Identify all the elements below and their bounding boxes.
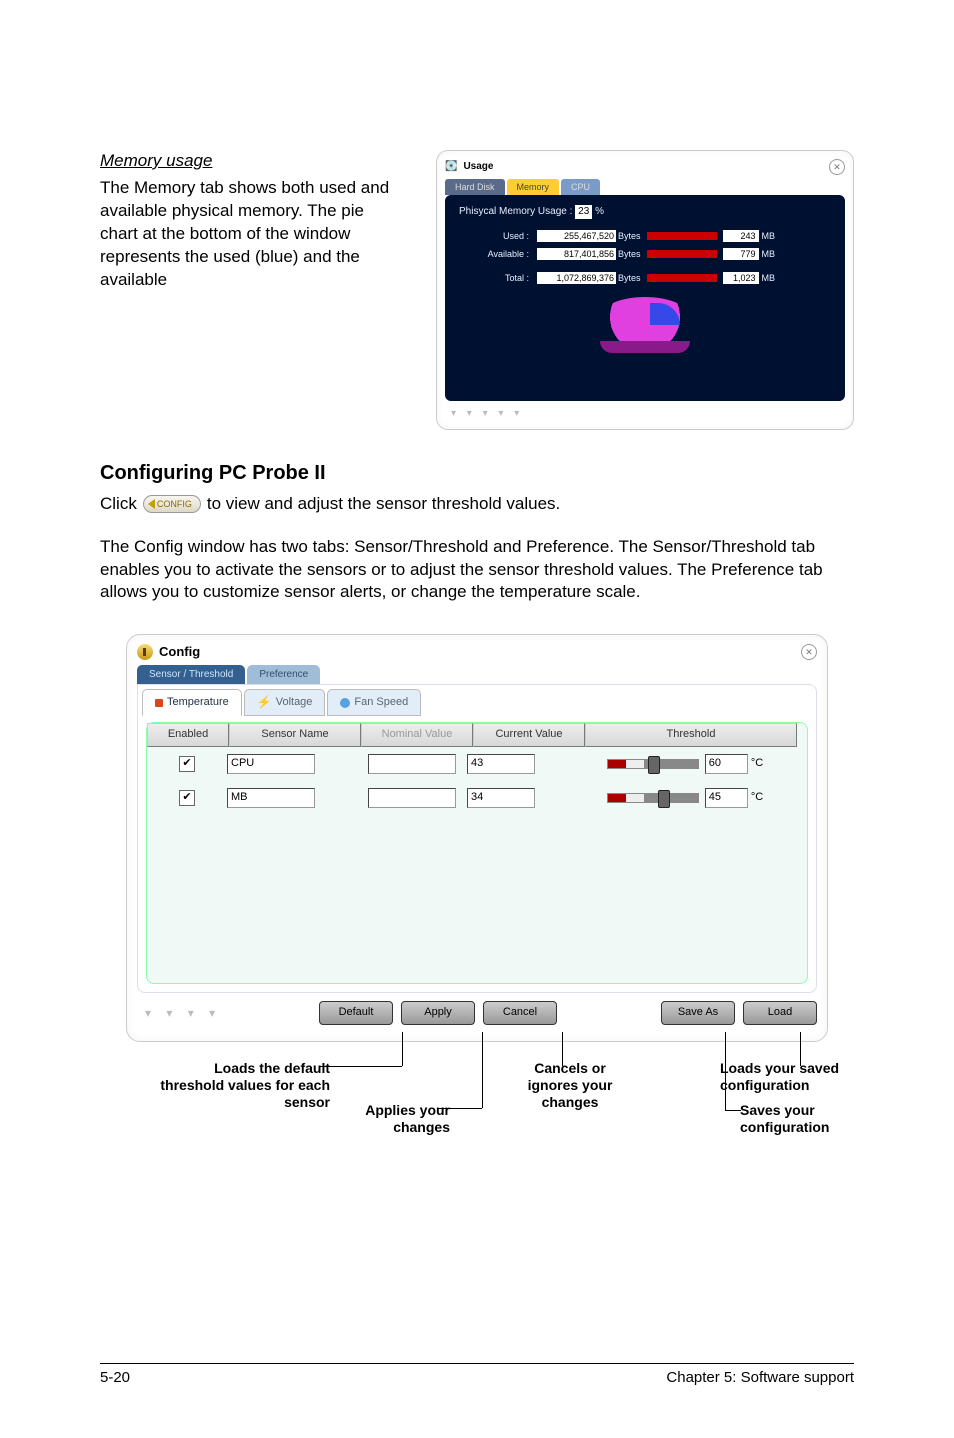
config-button-label: CONFIG [157, 498, 192, 510]
tab-memory[interactable]: Memory [507, 179, 560, 195]
col-sensor-name[interactable]: Sensor Name [229, 723, 361, 747]
used-bar [647, 232, 717, 240]
col-nominal: Nominal Value [361, 723, 473, 747]
memory-usage-body: The Memory tab shows both used and avail… [100, 177, 406, 292]
nominal-cpu [368, 754, 456, 774]
tab-temperature-label: Temperature [167, 695, 229, 710]
tab-cpu[interactable]: CPU [561, 179, 600, 195]
enable-checkbox-cpu[interactable]: ✔ [179, 756, 195, 772]
total-unit: Bytes [618, 272, 641, 284]
sensor-table: Enabled Sensor Name Nominal Value Curren… [146, 722, 808, 984]
used-label: Used : [459, 230, 529, 242]
mb-unit1: MB [762, 230, 776, 242]
enable-checkbox-mb[interactable]: ✔ [179, 790, 195, 806]
percent-label: Phisycal Memory Usage : [459, 206, 572, 217]
tab-preference[interactable]: Preference [247, 665, 320, 685]
usage-title: Usage [463, 160, 823, 174]
configuring-heading: Configuring PC Probe II [100, 460, 854, 487]
used-unit: Bytes [618, 230, 641, 242]
current-cpu: 43 [467, 754, 535, 774]
annotation-default: Loads the default threshold values for e… [160, 1060, 330, 1110]
mb-unit2: MB [762, 248, 776, 260]
config-window-icon [137, 644, 153, 660]
total-mb: 1,023 [723, 272, 759, 284]
avail-mb: 779 [723, 248, 759, 260]
chapter-label: Chapter 5: Software support [666, 1368, 854, 1388]
config-paragraph: The Config window has two tabs: Sensor/T… [100, 536, 854, 605]
tab-sensor-threshold[interactable]: Sensor / Threshold [137, 665, 245, 685]
used-mb: 243 [723, 230, 759, 242]
close-icon[interactable]: ✕ [801, 644, 817, 660]
annotation-apply: Applies your changes [330, 1102, 450, 1136]
resize-grip[interactable]: ▾ ▾ ▾ ▾ ▾ [445, 407, 845, 421]
tab-voltage-label: Voltage [276, 695, 313, 710]
col-threshold[interactable]: Threshold [585, 723, 797, 747]
click-prefix: Click [100, 493, 137, 516]
disk-icon: 💽 [445, 160, 457, 174]
tab-voltage[interactable]: ⚡ Voltage [244, 689, 326, 715]
tab-harddisk[interactable]: Hard Disk [445, 179, 505, 195]
annotation-saveas: Saves your configuration [740, 1102, 890, 1136]
default-button[interactable]: Default [319, 1001, 393, 1025]
avail-bar [647, 250, 717, 258]
chevron-left-icon [148, 499, 155, 509]
threshold-value-cpu[interactable]: 60 [705, 754, 748, 774]
avail-label: Available : [459, 248, 529, 260]
threshold-value-mb[interactable]: 45 [705, 788, 748, 808]
annotation-cancel: Cancels or ignores your changes [510, 1060, 630, 1110]
close-icon[interactable]: ✕ [829, 159, 845, 175]
page-number: 5-20 [100, 1368, 130, 1388]
current-mb: 34 [467, 788, 535, 808]
resize-grip[interactable]: ▾ ▾ ▾ ▾ ▾ [137, 1005, 215, 1021]
unit-mb: °C [748, 790, 763, 805]
tab-fanspeed-label: Fan Speed [354, 695, 408, 710]
total-value: 1,072,869,376 [537, 272, 616, 284]
tab-fanspeed[interactable]: Fan Speed [327, 689, 421, 715]
col-enabled[interactable]: Enabled [147, 723, 229, 747]
config-button[interactable]: CONFIG [143, 495, 201, 513]
mb-unit3: MB [762, 272, 776, 284]
nominal-mb [368, 788, 456, 808]
col-current[interactable]: Current Value [473, 723, 585, 747]
tab-temperature[interactable]: Temperature [142, 689, 242, 715]
sensor-name-cpu: CPU [227, 754, 315, 774]
pie-chart [600, 297, 690, 347]
config-window: Config ✕ Sensor / Threshold Preference T… [126, 634, 828, 1041]
annotation-load: Loads your saved configuration [720, 1060, 890, 1094]
total-bar [647, 274, 717, 282]
threshold-slider-cpu[interactable] [607, 759, 699, 769]
saveas-button[interactable]: Save As [661, 1001, 735, 1025]
avail-value: 817,401,856 [537, 248, 616, 260]
cancel-button[interactable]: Cancel [483, 1001, 557, 1025]
threshold-slider-mb[interactable] [607, 793, 699, 803]
table-row: ✔ MB 34 45 °C [147, 781, 807, 815]
apply-button[interactable]: Apply [401, 1001, 475, 1025]
load-button[interactable]: Load [743, 1001, 817, 1025]
avail-unit: Bytes [618, 248, 641, 260]
thermometer-icon [155, 699, 163, 707]
unit-cpu: °C [748, 756, 763, 771]
fan-icon [340, 698, 350, 708]
bolt-icon: ⚡ [257, 694, 272, 710]
table-row: ✔ CPU 43 60 °C [147, 747, 807, 781]
config-window-title: Config [159, 643, 795, 661]
sensor-name-mb: MB [227, 788, 315, 808]
used-value: 255,467,520 [537, 230, 616, 242]
memory-usage-heading: Memory usage [100, 150, 406, 173]
click-suffix: to view and adjust the sensor threshold … [207, 493, 560, 516]
total-label: Total : [459, 272, 529, 284]
usage-window: 💽 Usage ✕ Hard Disk Memory CPU Phisycal … [436, 150, 854, 430]
percent-suffix: % [595, 206, 604, 217]
percent-value: 23 [575, 205, 592, 219]
